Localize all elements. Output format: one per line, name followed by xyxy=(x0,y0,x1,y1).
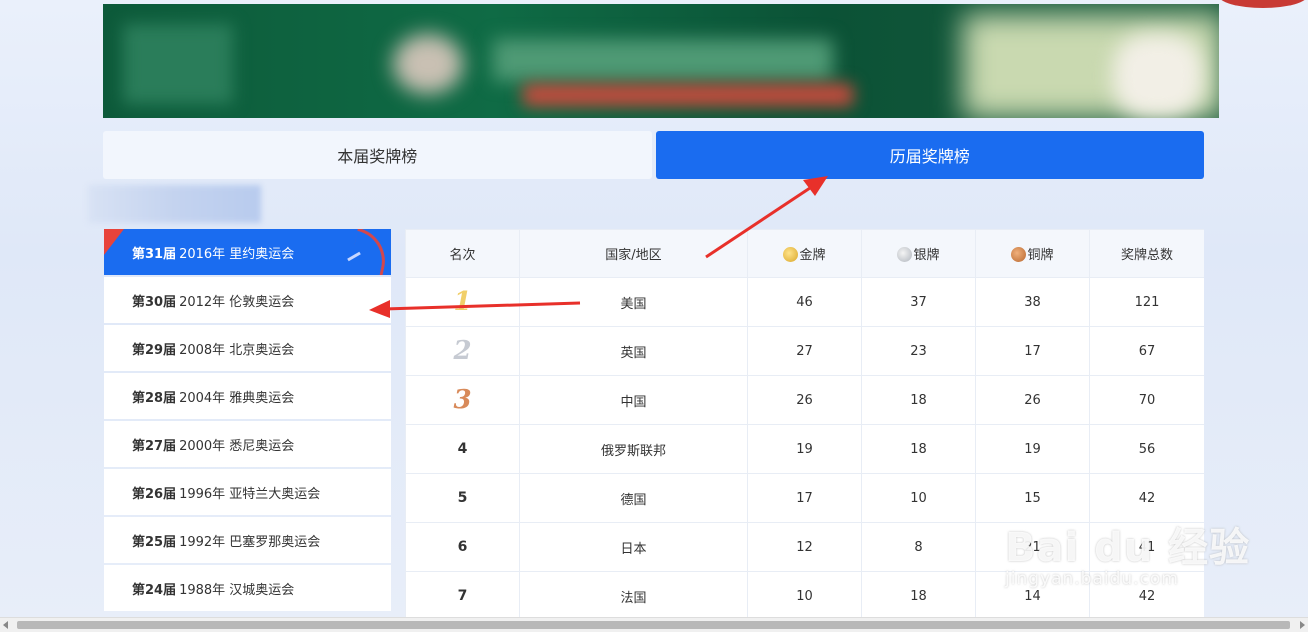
scroll-left-icon[interactable] xyxy=(3,621,8,629)
gold-medal-icon xyxy=(783,247,799,262)
header-silver-label: 银牌 xyxy=(913,248,940,263)
rank-2-glyph: 2 xyxy=(453,336,472,366)
promo-banner[interactable] xyxy=(103,4,1219,118)
games-edition: 第27届 xyxy=(132,438,177,454)
bronze-cell: 26 xyxy=(975,375,1090,425)
header-total: 奖牌总数 xyxy=(1089,229,1204,278)
rank-1-glyph: 1 xyxy=(453,287,472,317)
header-silver: 银牌 xyxy=(861,229,976,278)
silver-cell: 18 xyxy=(861,571,976,619)
country-cell: 英国 xyxy=(519,326,748,376)
medal-board-tabs: 本届奖牌榜 历届奖牌榜 xyxy=(103,131,1204,179)
games-desc: 2008年 北京奥运会 xyxy=(179,342,295,358)
rank-cell: 6 xyxy=(405,522,520,572)
games-desc: 1988年 汉城奥运会 xyxy=(179,582,295,598)
games-edition: 第30届 xyxy=(132,294,177,310)
bronze-cell: 19 xyxy=(975,424,1090,474)
blurred-section-label xyxy=(88,185,261,223)
games-edition: 第29届 xyxy=(132,342,177,358)
total-cell: 56 xyxy=(1089,424,1204,474)
rank-cell: 7 xyxy=(405,571,520,619)
header-bronze: 铜牌 xyxy=(975,229,1090,278)
games-desc: 2012年 伦敦奥运会 xyxy=(179,294,295,310)
games-item-27[interactable]: 第27届 2000年 悉尼奥运会 xyxy=(104,421,391,467)
header-gold: 金牌 xyxy=(747,229,862,278)
scroll-right-icon[interactable] xyxy=(1300,621,1305,629)
watermark-logo: Bai du 经验 xyxy=(1005,525,1251,571)
total-cell: 70 xyxy=(1089,375,1204,425)
games-desc: 1996年 亚特兰大奥运会 xyxy=(179,486,321,502)
total-cell: 121 xyxy=(1089,277,1204,327)
header-country: 国家/地区 xyxy=(519,229,748,278)
tab-historical-medal-board[interactable]: 历届奖牌榜 xyxy=(655,131,1204,179)
games-item-25[interactable]: 第25届 1992年 巴塞罗那奥运会 xyxy=(104,517,391,563)
games-item-24[interactable]: 第24届 1988年 汉城奥运会 xyxy=(104,565,391,611)
silver-cell: 37 xyxy=(861,277,976,327)
ribbon-right-decoration xyxy=(348,229,391,275)
rank-cell: 2 xyxy=(405,326,520,376)
games-desc: 2004年 雅典奥运会 xyxy=(179,390,295,406)
tab-current-medal-board[interactable]: 本届奖牌榜 xyxy=(103,131,652,179)
total-cell: 67 xyxy=(1089,326,1204,376)
scrollbar-thumb[interactable] xyxy=(17,621,1290,629)
ribbon-left-decoration xyxy=(104,229,124,255)
country-cell: 美国 xyxy=(519,277,748,327)
games-desc: 2016年 里约奥运会 xyxy=(179,246,295,262)
rank-cell: 5 xyxy=(405,473,520,523)
games-item-26[interactable]: 第26届 1996年 亚特兰大奥运会 xyxy=(104,469,391,515)
gold-cell: 10 xyxy=(747,571,862,619)
gold-cell: 27 xyxy=(747,326,862,376)
gold-cell: 17 xyxy=(747,473,862,523)
bronze-medal-icon xyxy=(1011,247,1027,262)
gold-cell: 26 xyxy=(747,375,862,425)
silver-cell: 18 xyxy=(861,375,976,425)
rank-cell: 4 xyxy=(405,424,520,474)
bronze-cell: 17 xyxy=(975,326,1090,376)
country-cell: 中国 xyxy=(519,375,748,425)
watermark: Bai du 经验 jingyan.baidu.com xyxy=(1005,515,1250,589)
silver-cell: 18 xyxy=(861,424,976,474)
gold-cell: 12 xyxy=(747,522,862,572)
rank-cell: 3 xyxy=(405,375,520,425)
silver-cell: 23 xyxy=(861,326,976,376)
games-item-29[interactable]: 第29届 2008年 北京奥运会 xyxy=(104,325,391,371)
silver-cell: 10 xyxy=(861,473,976,523)
table-header-row: 名次 国家/地区 金牌 银牌 铜牌 奖牌总数 xyxy=(405,229,1204,278)
country-cell: 德国 xyxy=(519,473,748,523)
table-row: 2 英国 27 23 17 67 xyxy=(405,326,1204,376)
games-edition: 第24届 xyxy=(132,582,177,598)
country-cell: 法国 xyxy=(519,571,748,619)
table-row: 3 中国 26 18 26 70 xyxy=(405,375,1204,425)
rank-cell: 1 xyxy=(405,277,520,327)
games-desc: 2000年 悉尼奥运会 xyxy=(179,438,295,454)
table-row: 1 美国 46 37 38 121 xyxy=(405,277,1204,327)
silver-cell: 8 xyxy=(861,522,976,572)
country-cell: 俄罗斯联邦 xyxy=(519,424,748,474)
gold-cell: 19 xyxy=(747,424,862,474)
olympic-games-list: 第31届 2016年 里约奥运会 第30届 2012年 伦敦奥运会 第29届 2… xyxy=(104,229,391,613)
games-item-30[interactable]: 第30届 2012年 伦敦奥运会 xyxy=(104,277,391,323)
header-gold-label: 金牌 xyxy=(799,248,826,263)
games-edition: 第25届 xyxy=(132,534,177,550)
horizontal-scrollbar[interactable] xyxy=(0,617,1308,632)
rank-3-glyph: 3 xyxy=(453,385,472,415)
games-item-31[interactable]: 第31届 2016年 里约奥运会 xyxy=(104,229,391,275)
header-bronze-label: 铜牌 xyxy=(1027,248,1054,263)
games-item-28[interactable]: 第28届 2004年 雅典奥运会 xyxy=(104,373,391,419)
games-edition: 第31届 xyxy=(132,246,177,262)
games-desc: 1992年 巴塞罗那奥运会 xyxy=(179,534,321,550)
silver-medal-icon xyxy=(897,247,913,262)
country-cell: 日本 xyxy=(519,522,748,572)
table-row: 4 俄罗斯联邦 19 18 19 56 xyxy=(405,424,1204,474)
header-rank: 名次 xyxy=(405,229,520,278)
bronze-cell: 38 xyxy=(975,277,1090,327)
games-edition: 第26届 xyxy=(132,486,177,502)
corner-decoration xyxy=(1218,0,1308,8)
games-edition: 第28届 xyxy=(132,390,177,406)
gold-cell: 46 xyxy=(747,277,862,327)
